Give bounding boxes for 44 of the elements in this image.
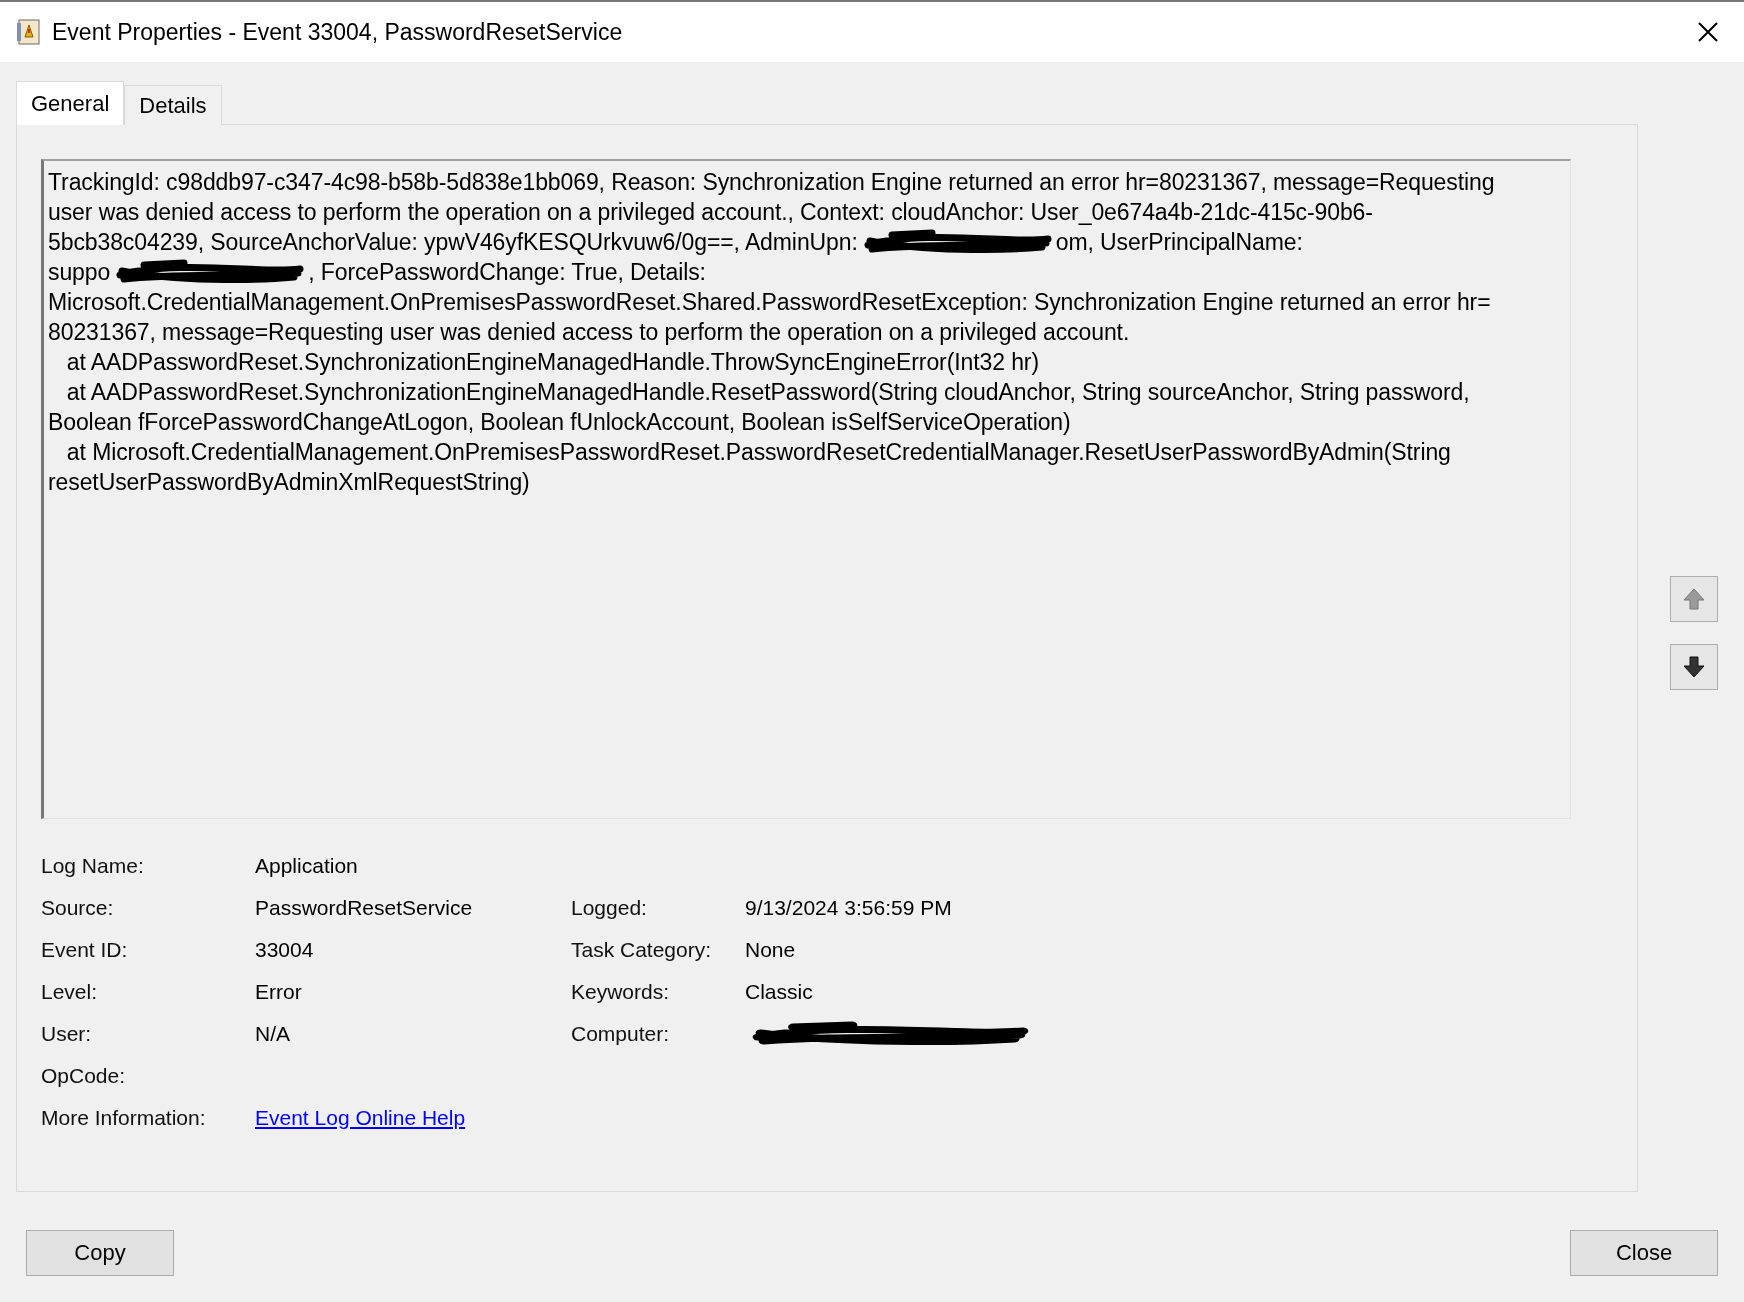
message-text: 80231367, message=Requesting user was denied access to perform the operation on a privileged account. <box>48 318 1130 346</box>
field-label: Log Name: <box>41 854 145 878</box>
message-text: 5bcb38c04239, SourceAnchorValue: ypwV46yfKESQUrkvuw6/0g==, AdminUpn: <box>48 228 858 256</box>
down-arrow-icon <box>1682 655 1706 679</box>
field-label: More Information: <box>41 1106 207 1130</box>
field-label: Computer: <box>571 1022 671 1046</box>
field-label: Task Category: <box>571 938 713 962</box>
tab[interactable]: Details <box>124 85 222 125</box>
field-value: 9/13/2024 3:56:59 PM <box>745 896 953 920</box>
down-arrow-button[interactable] <box>1670 644 1718 690</box>
message-text: , ForcePasswordChange: True, Details: <box>308 258 706 286</box>
field-label: Source: <box>41 896 115 920</box>
up-arrow-button[interactable] <box>1670 576 1718 622</box>
field-value: Classic <box>745 980 814 1004</box>
message-text: at AADPasswordReset.SynchronizationEngineManagedHandle.ThrowSyncEngineError(Int32 hr) <box>65 348 1039 376</box>
message-text: user was denied access to perform the operation on a privileged account., Context: cloudAnchor: User_0e674a4b-21dc-415c-90b6- <box>48 198 1373 226</box>
tab[interactable]: General <box>16 81 125 125</box>
field-label: User: <box>41 1022 93 1046</box>
window-title: Event Properties - Event 33004, PasswordResetService <box>52 18 624 46</box>
dialog-button[interactable]: Close <box>1570 1230 1718 1276</box>
field-value: N/A <box>255 1022 291 1046</box>
field-label: Logged: <box>571 896 648 920</box>
event-log-icon <box>16 18 42 46</box>
message-text: om, UserPrincipalName: <box>1055 228 1303 256</box>
help-link[interactable]: Event Log Online Help <box>255 1106 571 1130</box>
field-value: PasswordResetService <box>255 896 474 920</box>
field-value: 33004 <box>255 938 315 962</box>
field-label: Event ID: <box>41 938 129 962</box>
message-text: TrackingId: c98ddb97-c347-4c98-b58b-5d838e1bb069, Reason: Synchronization Engine returned an error hr=80231367, message=Requesting <box>48 168 1495 196</box>
message-text: at AADPasswordReset.SynchronizationEngineManagedHandle.ResetPassword(String cloudAnchor, String sourceAnchor, String password, <box>65 378 1470 406</box>
field-value: Error <box>255 980 303 1004</box>
field-label: Level: <box>41 980 99 1004</box>
field-label: Keywords: <box>571 980 671 1004</box>
dialog-button[interactable]: Copy <box>26 1230 174 1276</box>
message-text: at Microsoft.CredentialManagement.OnPremisesPasswordReset.PasswordResetCredentialManager.ResetUserPasswordByAdmin(String <box>65 438 1451 466</box>
field-value: None <box>745 938 797 962</box>
up-arrow-icon <box>1682 587 1706 611</box>
field-label: OpCode: <box>41 1064 127 1088</box>
message-text: Boolean fForcePasswordChangeAtLogon, Boolean fUnlockAccount, Boolean isSelfServiceOperation) <box>48 408 1071 436</box>
message-text: resetUserPasswordByAdminXmlRequestString) <box>48 468 530 496</box>
field-value: Application <box>255 854 359 878</box>
message-text: Microsoft.CredentialManagement.OnPremisesPasswordReset.Shared.PasswordResetException: Synchronization Engine returned an error hr= <box>48 288 1491 316</box>
message-box[interactable] <box>41 159 1571 819</box>
message-text: suppo <box>48 258 111 286</box>
